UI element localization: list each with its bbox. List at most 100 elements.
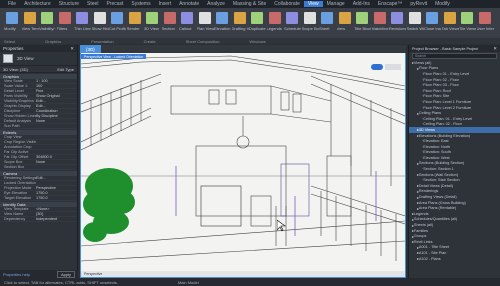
ribbon-button-drafting-view[interactable] xyxy=(233,12,246,24)
property-value[interactable]: Independent xyxy=(36,217,77,221)
ribbon-button-3d-view[interactable] xyxy=(146,12,158,24)
project-browser: Project Browser - Basic Sample Project ✕… xyxy=(408,45,500,278)
view-tab-bar: {3D} xyxy=(80,45,406,53)
menu-tab-enscape-[interactable]: Enscape™ xyxy=(374,1,406,7)
property-value[interactable]: 1 : 100 xyxy=(36,79,77,83)
menu-tab-massing-site[interactable]: Massing & Site xyxy=(229,1,270,7)
property-name: Visibility/Graphics xyxy=(4,99,34,103)
menu-tab-systems[interactable]: Systems xyxy=(127,1,154,7)
edit-type-button[interactable]: Edit Type xyxy=(57,67,74,72)
navigation-bar[interactable] xyxy=(385,64,401,70)
ribbon-button-modify[interactable] xyxy=(6,12,18,24)
property-name: Far Clip Offset xyxy=(4,155,29,159)
property-value[interactable]: 100 xyxy=(36,84,77,88)
property-value[interactable]: Show Original xyxy=(36,94,77,98)
property-row[interactable]: Section Box xyxy=(0,165,77,170)
ribbon-button-duplicate-view[interactable] xyxy=(251,12,263,24)
browser-title-bar: Project Browser - Basic Sample Project ✕ xyxy=(409,45,500,52)
menu-tab-collaborate[interactable]: Collaborate xyxy=(270,1,304,7)
view-projection-label[interactable]: Perspective xyxy=(84,272,102,276)
3d-viewport[interactable]: Perspective View - Locked Orientation Pe… xyxy=(80,45,406,278)
property-value[interactable]: None xyxy=(36,119,77,123)
browser-tree-item[interactable]: ▸ A102 - Plans xyxy=(409,256,500,262)
close-icon[interactable]: ✕ xyxy=(493,46,497,52)
ribbon-button-plan-views[interactable] xyxy=(198,12,211,24)
menu-tab-architecture[interactable]: Architecture xyxy=(20,1,55,7)
ribbon-button-schedules[interactable] xyxy=(286,12,298,24)
ribbon-button-show-hidden-lines[interactable] xyxy=(93,12,106,24)
ribbon-button-sheet[interactable] xyxy=(321,12,333,24)
browser-search-input[interactable]: Search xyxy=(412,53,497,59)
property-name: Crop View xyxy=(4,135,22,139)
menu-tab-modify[interactable]: Modify xyxy=(431,1,454,7)
view-cube[interactable] xyxy=(371,60,401,74)
property-value[interactable]: 304800.0 xyxy=(36,155,77,159)
property-name: Scale Value 1: xyxy=(4,84,29,88)
ribbon-button-render[interactable] xyxy=(128,12,141,24)
properties-help-link[interactable]: Properties help xyxy=(3,272,30,277)
ribbon-button-revisions[interactable] xyxy=(391,12,403,24)
ribbon-button-title-block[interactable] xyxy=(356,12,368,24)
browser-item-label: Ceiling Plans xyxy=(418,111,442,116)
property-value[interactable]: <None> xyxy=(36,207,77,211)
ribbon-button-section[interactable] xyxy=(163,12,176,24)
tab-3d-view[interactable]: {3D} xyxy=(80,45,101,53)
property-value[interactable]: By Discipline xyxy=(36,114,77,118)
ribbon-button-tab-views[interactable] xyxy=(443,12,456,24)
menu-tab-manage[interactable]: Manage xyxy=(323,1,349,7)
menu-tab-pyrevit[interactable]: pyRevit xyxy=(406,1,431,7)
property-value[interactable]: 1750.0 xyxy=(36,196,77,200)
close-icon[interactable]: ✕ xyxy=(70,46,74,52)
ribbon-button-filters[interactable] xyxy=(58,12,71,24)
property-value[interactable]: Edit... xyxy=(36,104,77,108)
property-value[interactable]: 1750.0 xyxy=(36,191,77,195)
type-selector[interactable]: 3D View xyxy=(0,52,77,66)
browser-item-label: Area Plans (Gross Building) xyxy=(418,200,466,205)
ribbon-button-view-templates[interactable] xyxy=(23,12,36,24)
property-row[interactable]: Sun Path xyxy=(0,124,77,129)
apply-button[interactable]: Apply xyxy=(56,270,75,278)
menu-tab-analyze[interactable]: Analyze xyxy=(203,1,229,7)
property-value[interactable]: Fine xyxy=(36,89,77,93)
property-value[interactable]: Perspective xyxy=(36,186,77,190)
browser-item-label: Floor Plan: Roof xyxy=(423,88,451,93)
property-row[interactable]: Target Elevation 1750.0 xyxy=(0,196,77,201)
property-name: Default Analysis xyxy=(4,119,32,123)
menu-tab-steel[interactable]: Steel xyxy=(83,1,102,7)
property-value[interactable]: None xyxy=(36,160,77,164)
ribbon-button-switch-windows[interactable] xyxy=(408,12,421,24)
toggle-icon[interactable] xyxy=(371,64,383,70)
property-value[interactable]: Edit... xyxy=(36,99,77,103)
ribbon-button-close-inactive[interactable] xyxy=(426,12,438,24)
property-value[interactable]: Edit... xyxy=(36,176,77,180)
menu-tab-view[interactable]: View xyxy=(303,1,323,7)
ribbon-button-cut-profile[interactable] xyxy=(111,12,123,24)
property-value[interactable]: Coordination xyxy=(36,109,77,113)
ribbon-button-label: Render xyxy=(126,26,140,31)
ribbon-button-scope-box[interactable] xyxy=(303,12,316,24)
ribbon-button-view[interactable] xyxy=(338,12,351,24)
ribbon-button-visibility-graphics[interactable] xyxy=(41,12,53,24)
ribbon-button-tile-views[interactable] xyxy=(461,12,473,24)
ribbon-button-elevation[interactable] xyxy=(216,12,228,24)
ribbon-button-label: Schedules xyxy=(284,26,301,31)
property-name: View Name xyxy=(4,212,24,216)
browser-item-label: Ceiling Plan: 01 - Entry Level xyxy=(423,116,473,121)
active-workset[interactable]: Main Model xyxy=(178,280,199,285)
menu-tab-insert[interactable]: Insert xyxy=(155,1,176,7)
ribbon-button-legends[interactable] xyxy=(268,12,281,24)
menu-tab-precast[interactable]: Precast xyxy=(102,1,127,7)
view-control-bar: Perspective xyxy=(81,271,405,277)
ribbon-button-matchline[interactable] xyxy=(373,12,386,24)
menu-tab-add-ins[interactable]: Add-Ins xyxy=(349,1,374,7)
menu-tab-structure[interactable]: Structure xyxy=(55,1,83,7)
menu-tab-file[interactable]: File xyxy=(4,1,20,7)
instance-selector[interactable]: 3D View: {3D} xyxy=(3,67,28,72)
ribbon-button-label: Tile Views xyxy=(459,26,476,31)
property-value[interactable]: {3D} xyxy=(36,212,77,216)
property-row[interactable]: Dependency Independent xyxy=(0,217,77,222)
ribbon-button-thin-lines[interactable] xyxy=(76,12,88,24)
menu-tab-annotate[interactable]: Annotate xyxy=(175,1,203,7)
ribbon-button-callout[interactable] xyxy=(181,12,193,24)
ribbon-button-user-interface[interactable] xyxy=(478,12,491,24)
